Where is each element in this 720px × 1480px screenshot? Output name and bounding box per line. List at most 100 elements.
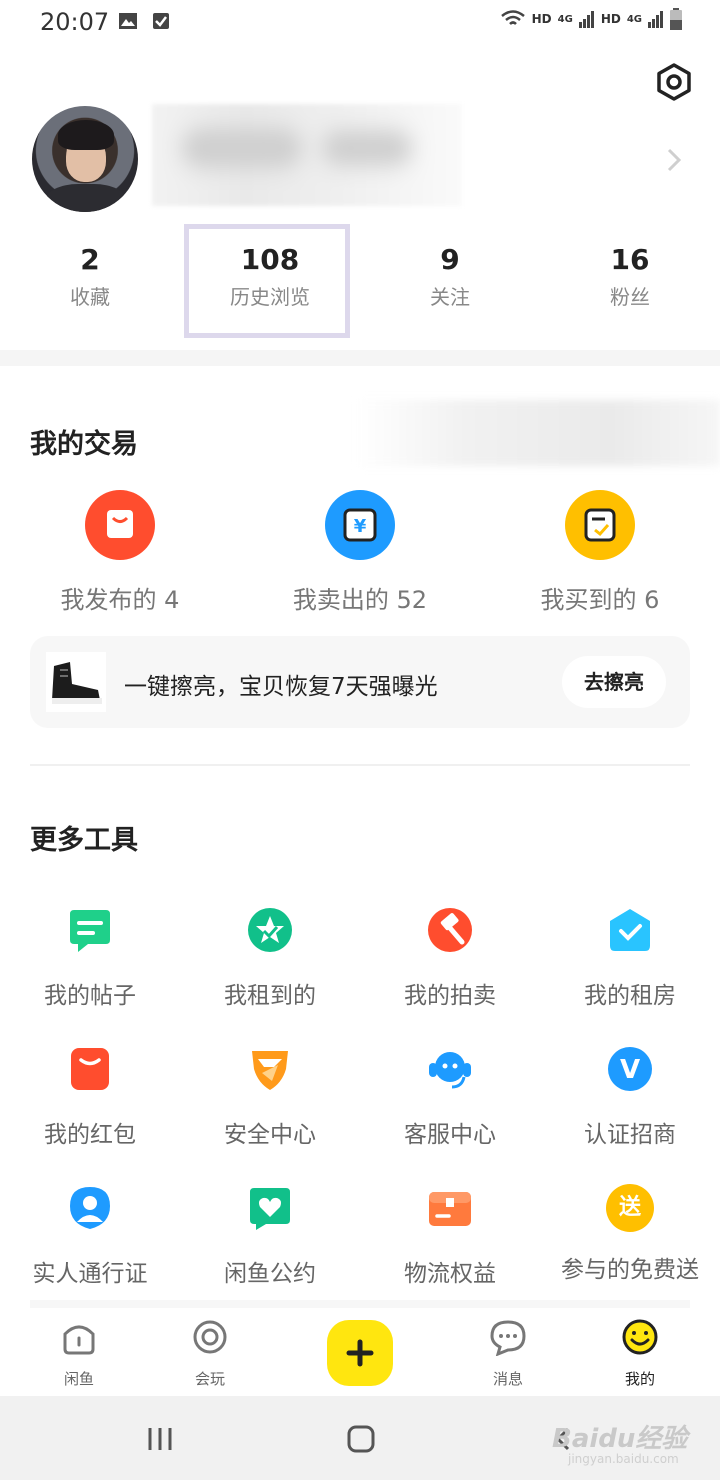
smiley-icon — [622, 1319, 658, 1355]
tool-security[interactable]: 安全中心 — [180, 1045, 360, 1149]
recent-apps-icon[interactable] — [146, 1426, 174, 1452]
tool-label: 我的租房 — [584, 983, 676, 1009]
tool-label: 我的帖子 — [44, 983, 136, 1009]
gallery-icon — [119, 13, 137, 29]
stat-value: 9 — [440, 243, 460, 276]
tools-section-title: 更多工具 — [30, 825, 138, 856]
tool-label: 安全中心 — [224, 1122, 316, 1148]
nav-play[interactable]: 会玩 — [140, 1318, 280, 1389]
nav-label: 我的 — [624, 1370, 655, 1388]
trade-label: 我买到的 6 — [540, 586, 660, 614]
nav-label: 消息 — [492, 1370, 523, 1388]
signal-icon — [578, 11, 594, 28]
sneaker-thumbnail — [46, 652, 106, 712]
nav-home[interactable]: 闲鱼 — [9, 1318, 149, 1389]
tool-label: 我租到的 — [224, 983, 316, 1009]
tool-my-posts[interactable]: 我的帖子 — [0, 906, 180, 1010]
publish-plus-button[interactable] — [327, 1320, 393, 1386]
house-check-icon — [610, 909, 650, 951]
wifi-icon — [500, 10, 525, 25]
stat-following[interactable]: 9 关注 — [360, 240, 540, 314]
svg-text:¥: ¥ — [354, 516, 367, 537]
stat-favorites[interactable]: 2 收藏 — [0, 240, 180, 314]
home-fish-icon — [63, 1325, 95, 1355]
trade-published[interactable]: 我发布的 4 — [0, 490, 240, 615]
tool-label: 我的拍卖 — [404, 983, 496, 1009]
watermark-url: jingyan.baidu.com — [568, 1452, 679, 1466]
status-indicators: HD 4G HD 4G — [500, 8, 682, 30]
tool-label: 认证招商 — [584, 1122, 676, 1148]
tool-free-gift[interactable]: 送 参与的免费送 — [540, 1184, 720, 1284]
message-icon — [490, 1320, 526, 1357]
polish-button[interactable]: 去擦亮 — [562, 656, 666, 708]
tool-red-packet[interactable]: 我的红包 — [0, 1045, 180, 1149]
red-packet-icon — [71, 1048, 109, 1090]
trade-banner-blurred[interactable] — [356, 400, 720, 466]
trade-label: 我卖出的 52 — [292, 586, 428, 614]
battery-icon — [670, 8, 682, 30]
tool-real-person-pass[interactable]: 实人通行证 — [0, 1184, 180, 1288]
username-blurred[interactable] — [152, 104, 462, 206]
tool-label: 参与的免费送 — [561, 1257, 699, 1283]
verified-v-icon: V — [608, 1047, 652, 1091]
polish-promo-bar: 一键擦亮，宝贝恢复7天强曝光 去擦亮 — [30, 636, 690, 728]
tool-label: 实人通行证 — [32, 1261, 148, 1287]
person-badge-icon — [70, 1187, 110, 1229]
tool-label: 物流权益 — [404, 1261, 496, 1287]
chevron-right-icon[interactable] — [664, 146, 684, 174]
network-hd-1: HD — [531, 12, 552, 26]
network-4g-1: 4G — [557, 13, 573, 25]
avatar[interactable] — [32, 106, 138, 212]
tool-customer-service[interactable]: 客服中心 — [360, 1045, 540, 1149]
nav-messages[interactable]: 消息 — [438, 1318, 578, 1389]
tool-auction[interactable]: 我的拍卖 — [360, 906, 540, 1010]
trade-label: 我发布的 4 — [60, 586, 180, 614]
promo-text: 一键擦亮，宝贝恢复7天强曝光 — [124, 674, 438, 700]
nav-label: 会玩 — [194, 1370, 225, 1388]
circle-play-icon — [193, 1320, 227, 1354]
stat-label: 粉丝 — [610, 285, 650, 309]
yuan-icon: ¥ — [325, 490, 395, 560]
bag-icon — [85, 490, 155, 560]
network-4g-2: 4G — [626, 13, 642, 25]
tool-logistics[interactable]: 物流权益 — [360, 1184, 540, 1288]
check-box-icon — [153, 13, 169, 29]
stat-value: 2 — [80, 243, 100, 276]
content-edge — [30, 1300, 690, 1308]
svg-text:V: V — [620, 1055, 640, 1085]
nav-mine[interactable]: 我的 — [570, 1318, 710, 1389]
tool-rented[interactable]: 我租到的 — [180, 906, 360, 1010]
heart-doc-icon — [250, 1188, 290, 1230]
nav-label: 闲鱼 — [63, 1370, 94, 1388]
watermark-text: Baidu经验 — [552, 1424, 688, 1454]
history-highlight-frame — [184, 224, 350, 338]
trade-bought[interactable]: 我买到的 6 — [480, 490, 720, 615]
home-button-icon[interactable] — [346, 1424, 376, 1454]
tool-label: 闲鱼公约 — [224, 1261, 316, 1287]
trade-section-title: 我的交易 — [30, 429, 138, 460]
section-separator — [0, 350, 720, 366]
stat-label: 收藏 — [70, 285, 110, 309]
trade-sold[interactable]: ¥ 我卖出的 52 — [240, 490, 480, 615]
box-icon — [429, 1192, 471, 1226]
receipt-icon — [565, 490, 635, 560]
post-icon — [70, 910, 110, 952]
network-hd-2: HD — [600, 12, 621, 26]
divider — [30, 764, 690, 766]
settings-icon[interactable] — [654, 62, 694, 102]
stat-value: 16 — [610, 243, 650, 276]
status-bar: 20:07 HD 4G HD 4G — [0, 0, 720, 44]
stat-followers[interactable]: 16 粉丝 — [540, 240, 720, 314]
tool-convention[interactable]: 闲鱼公约 — [180, 1184, 360, 1288]
stat-label: 关注 — [430, 285, 470, 309]
headset-icon — [429, 1052, 471, 1089]
tool-label: 我的红包 — [44, 1122, 136, 1148]
bottom-nav: 闲鱼 会玩 消息 我的 — [0, 1308, 720, 1396]
free-gift-icon: 送 — [606, 1184, 654, 1232]
signal-icon-2 — [648, 11, 663, 28]
tool-rent-house[interactable]: 我的租房 — [540, 906, 720, 1010]
auction-hammer-icon — [428, 908, 472, 952]
profile-stats: 2 收藏 108 历史浏览 9 关注 16 粉丝 — [0, 240, 720, 330]
status-time: 20:07 — [40, 8, 110, 36]
tool-verification[interactable]: V 认证招商 — [540, 1045, 720, 1149]
